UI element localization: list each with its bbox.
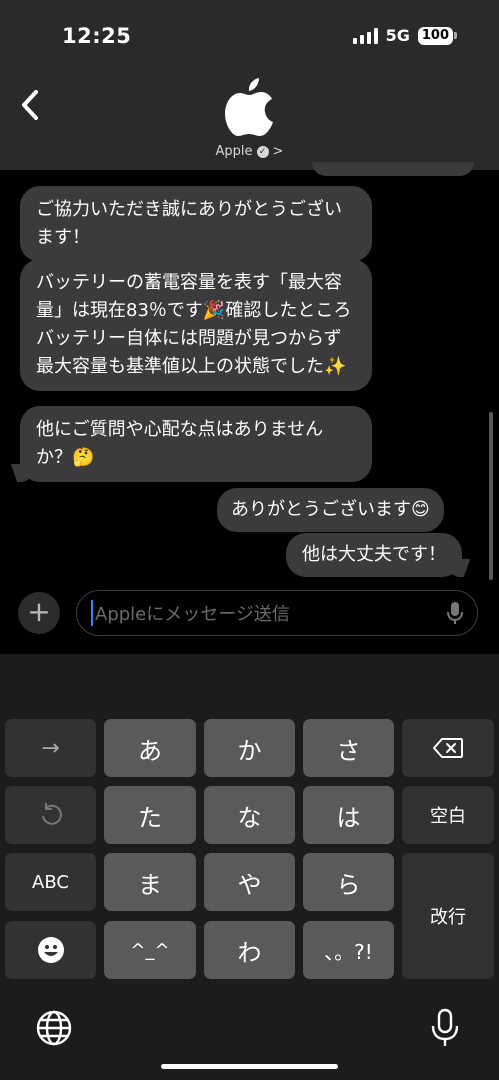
message-text: 他は大丈夫です！ [302,544,446,565]
emoji-icon [37,937,64,963]
status-time: 12:25 [62,24,132,48]
kana-key-na[interactable]: な [204,786,295,844]
emoji-key[interactable] [5,921,96,979]
space-key[interactable]: 空白 [402,786,494,844]
kana-key-a[interactable]: あ [104,719,196,777]
outgoing-message[interactable]: 他は大丈夫です！ [286,533,471,577]
previous-message-bubble [312,162,474,176]
incoming-message[interactable]: ご協力いただき誠にありがとうございます！ [20,186,372,262]
kana-key-ta[interactable]: た [104,786,196,844]
kana-key-ra[interactable]: ら [303,853,394,911]
kana-key-ma[interactable]: ま [104,853,196,911]
abc-mode-key[interactable]: ABC [5,853,96,911]
contact-info-button[interactable]: Apple ✓ > [0,144,499,159]
undo-icon [41,803,62,825]
incoming-message[interactable]: バッテリーの蓄電容量を表す「最大容量」は現在83％です🎉確認したところバッテリー… [20,259,372,391]
kaomoji-key[interactable]: ^_^ [104,921,196,979]
delete-key[interactable] [402,719,494,777]
battery-level: 100 [417,26,453,45]
status-indicators: 5G 100 [352,26,457,45]
message-text: 他にご質問や心配な点はありませんか？🤔 [36,419,324,468]
chevron-left-icon [22,90,38,120]
microphone-icon[interactable] [430,1008,460,1048]
kana-key-ha[interactable]: は [303,786,394,844]
back-button[interactable] [16,86,46,126]
home-indicator[interactable] [161,1064,338,1069]
contact-name: Apple [215,144,253,159]
delete-backward-icon [433,738,463,758]
outgoing-message[interactable]: ありがとうございます😊 [217,488,444,532]
incoming-message[interactable]: 他にご質問や心配な点はありませんか？🤔 [10,406,372,482]
globe-icon[interactable] [36,1010,72,1046]
punctuation-key[interactable]: 、。?! [303,921,394,979]
battery-icon: 100 [417,26,457,45]
dictation-mic-icon[interactable] [447,601,463,625]
message-input-placeholder: Appleにメッセージ送信 [95,604,290,625]
kana-key-ka[interactable]: か [204,719,295,777]
signal-icon [352,27,378,44]
next-candidate-key[interactable]: → [5,719,96,777]
add-attachment-button[interactable]: + [18,592,60,634]
message-input[interactable]: Appleにメッセージ送信 [76,590,478,636]
bubble-tail [10,464,36,482]
kana-key-ya[interactable]: や [204,853,295,911]
text-cursor [91,600,93,626]
chevron-right-icon: > [272,144,284,159]
scroll-indicator[interactable] [489,412,493,580]
kana-key-wa[interactable]: わ [204,921,295,979]
return-key[interactable]: 改行 [402,853,494,979]
conversation-header: 12:25 5G 100 Apple ✓ > [0,0,499,170]
undo-key[interactable] [5,786,96,844]
bubble-tail [445,559,471,577]
verified-badge-icon: ✓ [256,145,269,158]
network-type: 5G [385,26,410,45]
kana-key-sa[interactable]: さ [303,719,394,777]
apple-logo-icon [225,78,273,136]
